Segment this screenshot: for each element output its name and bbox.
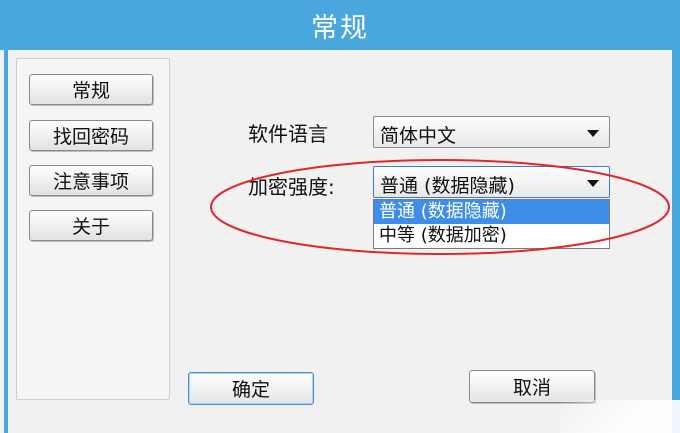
cancel-button[interactable]: 取消 [469,370,595,403]
title-bar: 常规 [0,0,680,50]
sidebar-item-recover-password[interactable]: 找回密码 [29,120,153,151]
dropdown-arrow-icon[interactable] [587,180,599,187]
window-title: 常规 [311,12,369,44]
sidebar-item-about[interactable]: 关于 [29,210,153,241]
encryption-dropdown-list: 普通 (数据隐藏) 中等 (数据加密) [373,199,610,249]
sidebar-item-general[interactable]: 常规 [29,74,153,105]
ok-button[interactable]: 确定 [188,372,314,405]
dropdown-arrow-icon[interactable] [587,130,599,137]
encryption-select[interactable]: 普通 (数据隐藏) [373,166,610,198]
sidebar-item-notes[interactable]: 注意事项 [29,165,153,196]
encryption-option-medium[interactable]: 中等 (数据加密) [374,224,609,248]
encryption-label: 加密强度: [248,175,335,199]
corner-fade [560,400,680,433]
language-label: 软件语言 [248,122,328,146]
encryption-option-normal[interactable]: 普通 (数据隐藏) [374,200,609,224]
language-select[interactable]: 简体中文 [373,116,610,148]
encryption-select-value: 普通 (数据隐藏) [380,175,515,197]
language-select-value: 简体中文 [380,125,457,147]
sidebar: 常规 找回密码 注意事项 关于 [16,58,170,400]
